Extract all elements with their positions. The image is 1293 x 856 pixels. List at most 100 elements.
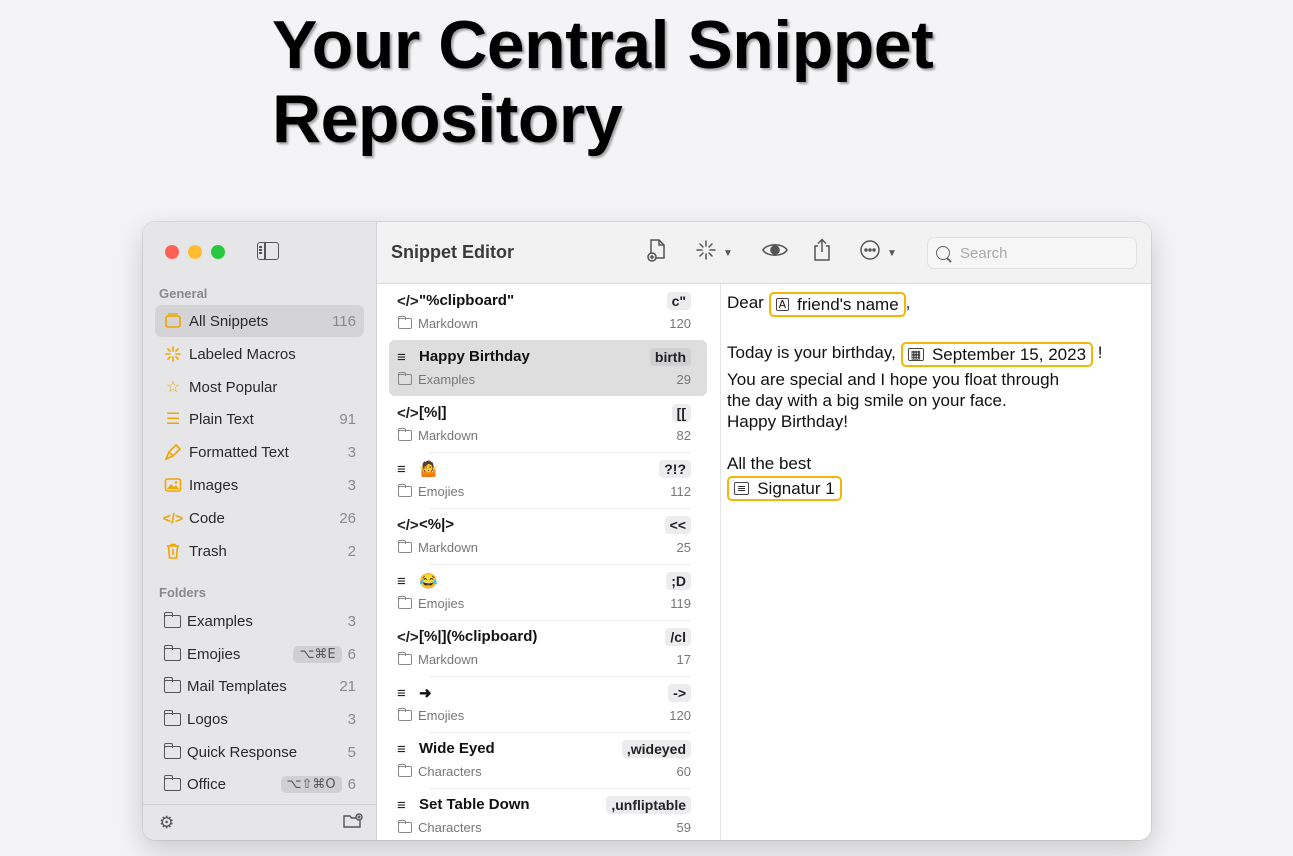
sidebar-item-plain-text[interactable]: ☰ Plain Text 91 (155, 403, 364, 435)
sidebar-item-count: 2 (347, 542, 356, 560)
token-label: friend's name (797, 294, 899, 314)
app-window: General All Snippets 116 Labeled Macros … (143, 222, 1151, 840)
comma-text: , (905, 293, 911, 312)
headline: Your Central Snippet Repository (272, 8, 1172, 156)
sidebar-folder-emojies[interactable]: Emojies ⌥⌘E 6 (155, 638, 364, 670)
snippet-folder: Markdown (397, 652, 478, 667)
snippet-row[interactable]: </> <%|> << Markdown 25 (389, 508, 707, 565)
sidebar-folder-mail-templates[interactable]: Mail Templates 21 (155, 670, 364, 702)
snippet-usage-count: 29 (676, 372, 691, 387)
snippet-title: Happy Birthday (419, 348, 530, 365)
snippet-row-selected[interactable]: ≡ Happy Birthday birth Examples 29 (389, 340, 707, 396)
snippet-abbreviation: ,wideyed (621, 740, 691, 758)
sidebar-item-labeled-macros[interactable]: Labeled Macros (155, 338, 364, 370)
snippet-row[interactable]: ≡ 🤷 ?!? Emojies 112 (389, 452, 707, 509)
snippet-row[interactable]: ≡ ➜ -> Emojies 120 (389, 676, 707, 733)
more-actions-button[interactable]: ▼ (859, 240, 897, 266)
editor-line: Happy Birthday! (727, 412, 848, 431)
folder-icon (398, 372, 412, 385)
gear-icon[interactable]: ⚙ (159, 813, 174, 833)
sidebar-item-label: Examples (187, 612, 253, 630)
code-icon: </> (162, 510, 184, 526)
snippet-usage-count: 120 (669, 708, 691, 723)
placeholder-token-signature[interactable]: ≡ Signatur 1 (727, 476, 842, 501)
close-window-button[interactable] (165, 245, 179, 259)
sidebar-item-most-popular[interactable]: ☆ Most Popular (155, 371, 364, 403)
sidebar-item-trash[interactable]: Trash 2 (155, 535, 364, 567)
sidebar-item-count: 3 (347, 612, 356, 630)
sidebar-item-count: 6 (347, 645, 356, 663)
snippet-row[interactable]: ≡ Set Table Down ,unfliptable Characters… (389, 788, 707, 840)
snippet-usage-count: 119 (670, 596, 691, 611)
share-icon (812, 238, 832, 268)
sidebar-item-count: 3 (347, 443, 356, 461)
sidebar-folder-office[interactable]: Office ⌥⇧⌘O 6 (155, 768, 364, 800)
editor-line-greeting: Dear Afriend's name, (727, 292, 910, 317)
snippet-row[interactable]: </> [%|] [[ Markdown 82 (389, 396, 707, 453)
snippet-folder: Examples (397, 372, 475, 387)
share-button[interactable] (812, 238, 832, 268)
editor-line: All the best (727, 454, 812, 473)
exclaim-text: ! (1097, 343, 1103, 362)
window-controls (165, 245, 225, 259)
minimize-window-button[interactable] (188, 245, 202, 259)
snippet-abbreviation: ;D (666, 572, 691, 590)
snippet-editor[interactable]: Dear Afriend's name, Today is your birth… (721, 284, 1151, 840)
sidebar-folder-logos[interactable]: Logos 3 (155, 703, 364, 735)
search-icon (936, 246, 950, 260)
code-icon: </> (397, 293, 419, 310)
headline-line-1: Your Central Snippet (272, 7, 934, 83)
lines-icon: ≡ (397, 685, 406, 702)
snippet-folder-label: Characters (418, 820, 482, 835)
snippet-usage-count: 60 (676, 764, 691, 779)
preview-button[interactable] (762, 240, 788, 266)
sidebar-item-label: Formatted Text (189, 443, 289, 461)
snippet-folder-label: Markdown (418, 540, 478, 555)
sparkle-icon (163, 344, 183, 364)
snippet-folder: Characters (397, 820, 482, 835)
snippet-row[interactable]: </> [%|](%clipboard) /cl Markdown 17 (389, 620, 707, 677)
sidebar-item-formatted-text[interactable]: Formatted Text 3 (155, 436, 364, 468)
token-label: September 15, 2023 (931, 344, 1087, 364)
sidebar-item-label: Plain Text (189, 410, 254, 428)
snippet-folder: Markdown (397, 540, 478, 555)
snippet-title: [%|](%clipboard) (419, 628, 538, 645)
toolbar: Snippet Editor ▼ ▼ Search (377, 222, 1151, 284)
snippet-usage-count: 59 (676, 820, 691, 835)
snippet-row[interactable]: </> "%clipboard" c" Markdown 120 (389, 284, 707, 341)
document-icon: ≡ (734, 482, 750, 495)
new-snippet-button[interactable] (647, 239, 669, 266)
sidebar-folder-quick-response[interactable]: Quick Response 5 (155, 736, 364, 768)
snippet-folder-label: Markdown (418, 316, 478, 331)
new-folder-icon[interactable] (343, 813, 363, 833)
sidebar-item-code[interactable]: </> Code 26 (155, 502, 364, 534)
snippet-title: ➜ (419, 685, 432, 702)
snippet-folder: Emojies (397, 484, 464, 499)
folder-icon (398, 316, 412, 329)
eye-icon (762, 241, 788, 265)
snippet-row[interactable]: ≡ Wide Eyed ,wideyed Characters 60 (389, 732, 707, 789)
macros-menu-button[interactable]: ▼ (695, 240, 733, 266)
sidebar-item-label: Most Popular (189, 378, 278, 396)
lines-icon: ≡ (397, 741, 406, 758)
sparkle-icon (695, 239, 717, 267)
folder-icon (398, 596, 412, 609)
folder-icon (398, 484, 412, 497)
sidebar-item-label: Logos (187, 710, 228, 728)
snippet-folder-label: Emojies (418, 596, 465, 611)
star-icon: ☆ (165, 379, 181, 396)
editor-line-birthday: Today is your birthday, ▦ September 15, 2… (727, 342, 1103, 367)
editor-line-signature: ≡ Signatur 1 (727, 476, 842, 501)
snippet-folder-label: Examples (418, 372, 476, 387)
zoom-window-button[interactable] (211, 245, 225, 259)
placeholder-token-name[interactable]: Afriend's name (768, 292, 906, 317)
search-field[interactable]: Search (927, 237, 1137, 269)
snippet-title: Wide Eyed (419, 740, 495, 757)
snippet-row[interactable]: ≡ 😂 ;D Emojies 119 (389, 564, 707, 621)
placeholder-token-date[interactable]: ▦ September 15, 2023 (900, 342, 1094, 367)
snippet-usage-count: 17 (676, 652, 691, 667)
sidebar-item-images[interactable]: Images 3 (155, 469, 364, 501)
sidebar-item-all-snippets[interactable]: All Snippets 116 (155, 305, 364, 337)
sidebar-toggle-icon[interactable] (257, 242, 279, 260)
sidebar-folder-examples[interactable]: Examples 3 (155, 605, 364, 637)
